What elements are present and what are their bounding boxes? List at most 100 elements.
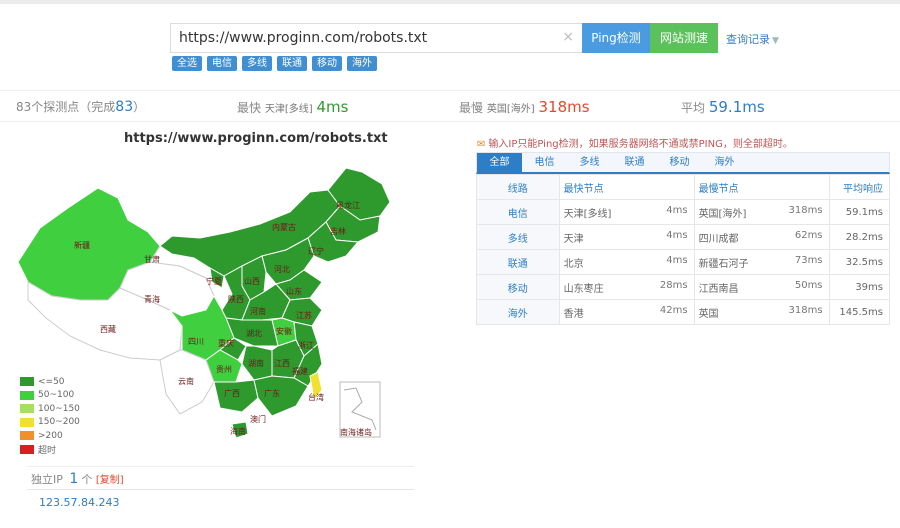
- slowest-node: 四川成都: [698, 233, 739, 245]
- legend-label: 100~150: [38, 403, 80, 414]
- label-inner-mongolia: 内蒙古: [272, 222, 296, 232]
- average-value: 59.1ms: [708, 98, 765, 116]
- label-jiangxi: 江西: [274, 359, 290, 368]
- filter-multiline[interactable]: 多线: [242, 56, 272, 71]
- standalone-ip-unit: 个: [81, 473, 93, 486]
- header-average: 平均响应: [828, 174, 891, 200]
- standalone-ip-box: 独立IP 1个 [复制] 123.57.84.243: [27, 466, 414, 514]
- url-input-value[interactable]: https://www.proginn.com/robots.txt: [179, 30, 427, 46]
- filter-overseas[interactable]: 海外: [347, 56, 377, 71]
- row-line[interactable]: 海外: [476, 299, 560, 325]
- table-header-row: 线路 最快节点 最慢节点 平均响应: [476, 174, 891, 200]
- clear-icon[interactable]: ×: [562, 29, 574, 45]
- probe-done: 83: [115, 99, 134, 115]
- legend-swatch: [20, 417, 34, 427]
- tab-multiline[interactable]: 多线: [567, 153, 612, 172]
- fastest-cell: 北京 4ms: [558, 249, 695, 275]
- fastest-cell: 天津 4ms: [558, 224, 695, 250]
- tab-overseas[interactable]: 海外: [702, 153, 747, 172]
- table-row: 移动 山东枣庄 28ms 江西南昌 50ms 39ms: [476, 274, 891, 300]
- header-fastest: 最快节点: [558, 174, 695, 200]
- label-henan: 河南: [250, 306, 266, 316]
- fastest-cell: 山东枣庄 28ms: [558, 274, 695, 300]
- row-line[interactable]: 联通: [476, 249, 560, 275]
- probe-suffix: ）: [133, 100, 146, 114]
- average-cell: 32.5ms: [828, 249, 891, 275]
- label-hainan: 海南: [230, 426, 246, 436]
- filter-unicom[interactable]: 联通: [277, 56, 307, 71]
- legend-label: <=50: [38, 376, 65, 387]
- slowest-ms: 318ms: [788, 304, 823, 316]
- results-table: 线路 最快节点 最慢节点 平均响应 电信 天津[多线] 4ms 英国[海外] 318…: [476, 174, 891, 325]
- row-line[interactable]: 电信: [476, 199, 560, 225]
- history-dropdown[interactable]: 查询记录 ▼: [726, 31, 779, 47]
- tab-all[interactable]: 全部: [477, 153, 522, 172]
- label-jiangsu: 江苏: [296, 310, 312, 320]
- legend-label: 超时: [38, 445, 57, 456]
- legend-swatch: [20, 390, 34, 400]
- top-strip: [0, 0, 900, 4]
- slowest-node: 新疆石河子: [698, 258, 749, 270]
- results-panel: 全部 电信 多线 联通 移动 海外 线路 最快节点 最慢节点 平均响应 电信 天…: [476, 152, 891, 325]
- table-row: 多线 天津 4ms 四川成都 62ms 28.2ms: [476, 224, 891, 250]
- average-label: 平均: [681, 101, 706, 115]
- standalone-ip-value[interactable]: 123.57.84.243: [27, 490, 414, 509]
- filter-mobile[interactable]: 移动: [312, 56, 342, 71]
- legend-swatch: [20, 444, 34, 454]
- label-heilongjiang: 黑龙江: [336, 200, 360, 210]
- label-hunan: 湖南: [248, 358, 264, 368]
- standalone-ip-label: 独立IP: [31, 473, 63, 486]
- fastest-node: 天津: [563, 233, 584, 245]
- slowest-stat: 最慢 英国[海外] 318ms: [459, 98, 590, 116]
- fastest-stat: 最快 天津[多线] 4ms: [237, 98, 348, 116]
- legend-label: 50~100: [38, 390, 75, 401]
- tab-unicom[interactable]: 联通: [612, 153, 657, 172]
- standalone-ip-count: 1: [69, 471, 79, 487]
- legend-swatch: [20, 404, 34, 414]
- tab-telecom[interactable]: 电信: [522, 153, 567, 172]
- probe-prefix: 83个探测点（完成: [16, 100, 116, 114]
- label-shandong: 山东: [286, 286, 302, 296]
- fastest-ms: 4ms: [666, 229, 688, 241]
- row-line[interactable]: 移动: [476, 274, 560, 300]
- copy-link[interactable]: [复制]: [96, 475, 124, 486]
- label-guizhou: 贵州: [216, 364, 232, 374]
- divider: [0, 90, 900, 91]
- legend-swatch: [20, 377, 34, 387]
- filter-all[interactable]: 全选: [172, 56, 202, 71]
- row-line[interactable]: 多线: [476, 224, 560, 250]
- tab-mobile[interactable]: 移动: [657, 153, 702, 172]
- average-stat: 平均 59.1ms: [681, 98, 765, 116]
- line-filter: 全选 电信 多线 联通 移动 海外: [172, 56, 377, 71]
- slowest-value: 318ms: [538, 98, 590, 116]
- legend-item: <=50: [20, 375, 80, 389]
- url-input[interactable]: https://www.proginn.com/robots.txt ×: [170, 23, 582, 53]
- speed-test-button[interactable]: 网站测速: [650, 23, 718, 53]
- average-cell: 59.1ms: [828, 199, 891, 225]
- map-title: https://www.proginn.com/robots.txt: [124, 131, 388, 146]
- legend-label: >200: [38, 430, 63, 441]
- legend-item: >200: [20, 429, 80, 443]
- slowest-node: 英国[海外]: [486, 104, 535, 115]
- divider: [0, 121, 900, 122]
- label-zhejiang: 浙江: [298, 340, 314, 350]
- ping-button[interactable]: Ping检测: [582, 23, 650, 53]
- province-guangdong[interactable]: [253, 375, 309, 417]
- header-slowest: 最慢节点: [693, 174, 830, 200]
- legend-swatch: [20, 431, 34, 441]
- label-tibet: 西藏: [100, 324, 116, 334]
- label-xinjiang: 新疆: [74, 240, 90, 250]
- fastest-cell: 香港 42ms: [558, 299, 695, 325]
- label-shanxi: 山西: [244, 276, 260, 286]
- slowest-cell: 四川成都 62ms: [693, 224, 830, 250]
- label-south-china-sea: 南海诸岛: [340, 427, 372, 437]
- slowest-ms: 62ms: [794, 229, 823, 241]
- info-icon: ✉: [477, 139, 486, 150]
- slowest-node: 英国[海外]: [698, 208, 747, 220]
- chevron-down-icon[interactable]: ▼: [772, 36, 779, 46]
- filter-telecom[interactable]: 电信: [207, 56, 237, 71]
- fastest-label: 最快: [237, 101, 262, 115]
- history-label[interactable]: 查询记录: [726, 33, 770, 46]
- label-fujian: 福建: [292, 366, 308, 376]
- header-line: 线路: [476, 174, 560, 200]
